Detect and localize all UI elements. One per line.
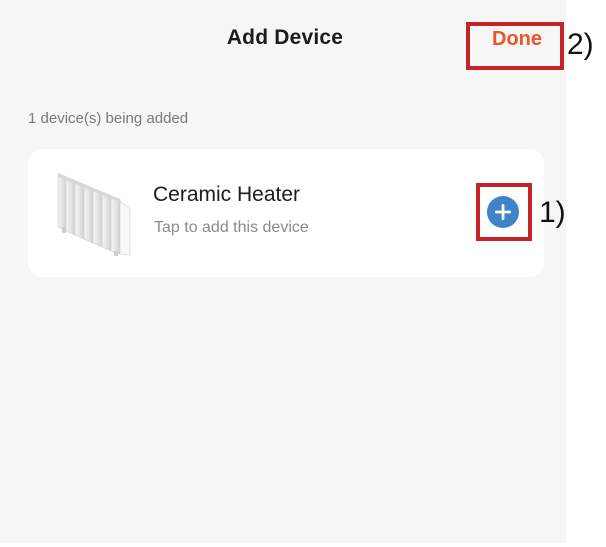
ceramic-heater-image xyxy=(52,169,134,262)
annotation-label-1: 1) xyxy=(539,196,566,229)
device-hint: Tap to add this device xyxy=(154,219,309,236)
add-highlight-box xyxy=(476,183,532,241)
add-device-screen: Add Device Done 1 device(s) being added xyxy=(0,0,566,543)
device-card[interactable]: Ceramic Heater Tap to add this device xyxy=(28,149,544,277)
devices-being-added-status: 1 device(s) being added xyxy=(28,110,189,127)
annotation-label-2: 2) xyxy=(567,28,594,61)
done-highlight-box xyxy=(466,22,564,70)
device-name: Ceramic Heater xyxy=(153,183,301,206)
